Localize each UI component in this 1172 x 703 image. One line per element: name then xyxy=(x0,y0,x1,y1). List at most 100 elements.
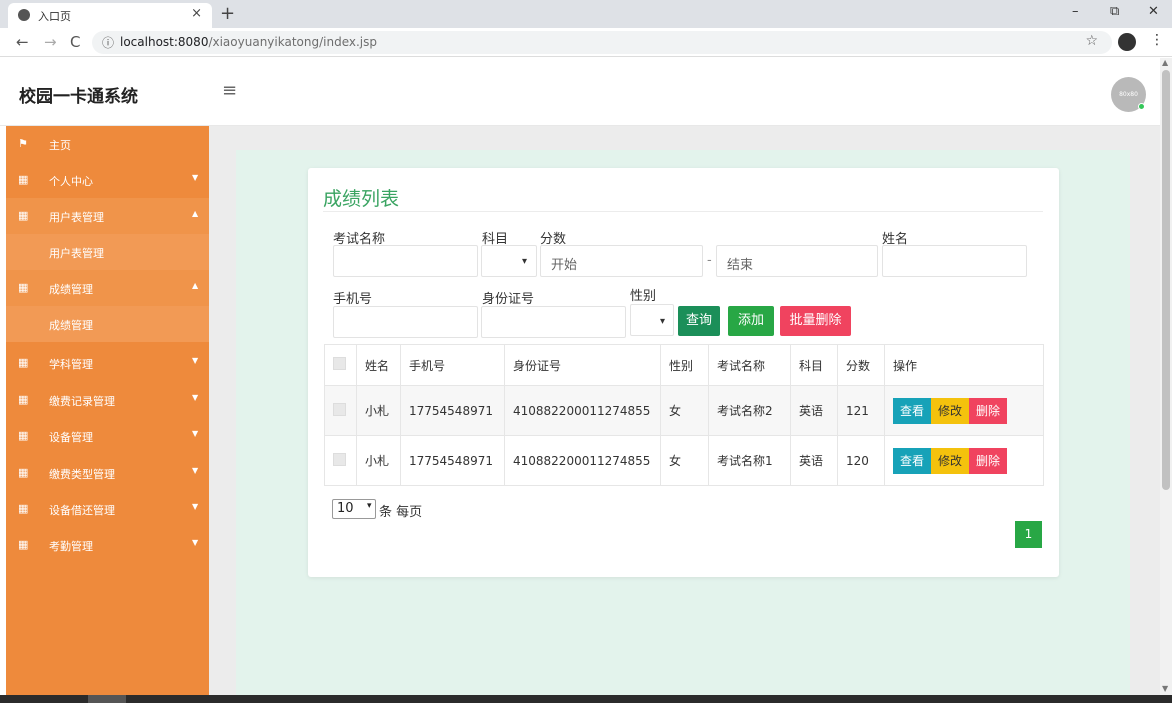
taskbar xyxy=(0,695,1172,703)
chevron-down-icon: ▼ xyxy=(192,393,199,402)
online-status-dot xyxy=(1138,103,1145,110)
chevron-down-icon: ▼ xyxy=(192,538,199,547)
row-checkbox[interactable] xyxy=(333,452,346,466)
sidebar-item-device-management[interactable]: ▦ 设备管理 ▼ xyxy=(6,418,209,454)
browser-tab-bar: 入口页 × + – ⧉ ✕ xyxy=(0,0,1172,28)
minimize-icon[interactable]: – xyxy=(1072,4,1079,19)
scroll-down-icon[interactable]: ▼ xyxy=(1162,684,1168,693)
column-header: 考试名称 xyxy=(708,344,791,386)
select-all-checkbox[interactable] xyxy=(333,357,346,370)
sidebar-item-score-management[interactable]: ▦ 成绩管理 ▲ xyxy=(6,270,209,306)
idcard-cell: 410882200011274855 xyxy=(504,385,661,436)
scroll-up-icon[interactable]: ▲ xyxy=(1162,58,1168,67)
table-header-row: 姓名 手机号 身份证号 性别 考试名称 科目 分数 操作 xyxy=(324,344,1044,386)
sidebar-item-home[interactable]: ⚑ 主页 xyxy=(6,126,209,162)
delete-button[interactable]: 删除 xyxy=(969,397,1008,424)
sidebar-item-label: 成绩管理 xyxy=(49,319,93,332)
name-input[interactable] xyxy=(882,245,1027,277)
browser-menu-icon[interactable]: ⋮ xyxy=(1150,32,1164,48)
globe-icon xyxy=(18,9,30,21)
score-table: 姓名 手机号 身份证号 性别 考试名称 科目 分数 操作 小札 17754548… xyxy=(324,344,1044,486)
url-input[interactable]: ⓘ localhost:8080/xiaoyuanyikatong/index.… xyxy=(92,31,1112,54)
chevron-down-icon: ▾ xyxy=(522,256,528,267)
view-button[interactable]: 查看 xyxy=(893,397,932,424)
row-checkbox[interactable] xyxy=(333,402,346,416)
sidebar-item-label: 缴费记录管理 xyxy=(49,395,115,408)
tab-close-icon[interactable]: × xyxy=(191,6,202,21)
subject-cell: 英语 xyxy=(790,435,838,486)
reload-icon[interactable]: C xyxy=(70,33,80,51)
column-header: 身份证号 xyxy=(504,344,661,386)
sidebar-item-payment-types[interactable]: ▦ 缴费类型管理 ▼ xyxy=(6,455,209,491)
grid-icon: ▦ xyxy=(18,173,29,186)
chevron-down-icon: ▼ xyxy=(192,502,199,511)
score-start-input[interactable]: 开始 xyxy=(540,245,703,277)
page-1-button[interactable]: 1 xyxy=(1015,521,1042,548)
phone-cell: 17754548971 xyxy=(400,385,505,436)
window-close-icon[interactable]: ✕ xyxy=(1148,4,1159,19)
sidebar-item-label: 个人中心 xyxy=(49,175,93,188)
sidebar-subitem-score-management[interactable]: 成绩管理 xyxy=(6,306,209,342)
name-cell: 小札 xyxy=(356,385,401,436)
column-header: 手机号 xyxy=(400,344,505,386)
grid-icon: ▦ xyxy=(18,466,29,479)
exam-name-input[interactable] xyxy=(333,245,478,277)
taskbar-active-item[interactable] xyxy=(88,695,126,703)
url-host: localhost:8080 xyxy=(120,35,209,49)
sidebar-item-device-borrowing[interactable]: ▦ 设备借还管理 ▼ xyxy=(6,491,209,527)
view-button[interactable]: 查看 xyxy=(893,447,932,474)
delete-button[interactable]: 删除 xyxy=(969,447,1008,474)
search-button[interactable]: 查询 xyxy=(678,306,720,336)
grid-icon: ▦ xyxy=(18,209,29,222)
sidebar-item-subject-management[interactable]: ▦ 学科管理 ▼ xyxy=(6,345,209,381)
flag-icon: ⚑ xyxy=(18,137,28,150)
table-row: 小札 17754548971 410882200011274855 女 考试名称… xyxy=(324,385,1044,436)
idcard-label: 身份证号 xyxy=(482,292,535,307)
grid-icon: ▦ xyxy=(18,538,29,551)
info-icon[interactable]: ⓘ xyxy=(102,34,114,51)
sidebar-item-user-management[interactable]: ▦ 用户表管理 ▲ xyxy=(6,198,209,234)
sidebar-subitem-user-management[interactable]: 用户表管理 xyxy=(6,234,209,270)
sidebar-item-personal-center[interactable]: ▦ 个人中心 ▼ xyxy=(6,162,209,198)
column-header: 操作 xyxy=(884,344,1044,386)
app-header: 校园一卡通系统 ≡ 80x80 xyxy=(0,58,1160,126)
idcard-input[interactable] xyxy=(481,306,626,338)
row-select-cell xyxy=(324,435,357,486)
bookmark-star-icon[interactable]: ☆ xyxy=(1085,33,1098,49)
sidebar-item-label: 设备借还管理 xyxy=(49,504,115,517)
scroll-thumb[interactable] xyxy=(1162,70,1170,490)
edit-button[interactable]: 修改 xyxy=(931,397,970,424)
sidebar-item-attendance[interactable]: ▦ 考勤管理 ▼ xyxy=(6,527,209,563)
grid-icon: ▦ xyxy=(18,393,29,406)
grid-icon: ▦ xyxy=(18,356,29,369)
back-icon[interactable]: ← xyxy=(16,33,29,51)
chevron-down-icon: ▾ xyxy=(367,501,372,511)
actions-cell: 查看 修改 删除 xyxy=(884,435,1044,486)
chevron-down-icon: ▼ xyxy=(192,356,199,365)
gender-select[interactable] xyxy=(630,304,674,336)
batch-delete-button[interactable]: 批量删除 xyxy=(780,306,851,336)
forward-icon[interactable]: → xyxy=(44,33,57,51)
phone-cell: 17754548971 xyxy=(400,435,505,486)
phone-label: 手机号 xyxy=(333,292,373,307)
sidebar-item-label: 学科管理 xyxy=(49,358,93,371)
url-path: /xiaoyuanyikatong/index.jsp xyxy=(208,35,377,49)
score-cell: 120 xyxy=(837,435,885,486)
phone-input[interactable] xyxy=(333,306,478,338)
gender-label: 性别 xyxy=(630,289,657,304)
brand-title: 校园一卡通系统 xyxy=(19,87,138,107)
new-tab-button[interactable]: + xyxy=(220,3,235,24)
browser-tab[interactable]: 入口页 × xyxy=(8,3,212,28)
score-end-input[interactable]: 结束 xyxy=(716,245,878,277)
add-button[interactable]: 添加 xyxy=(728,306,774,336)
sidebar-item-label: 主页 xyxy=(49,139,71,152)
edit-button[interactable]: 修改 xyxy=(931,447,970,474)
hamburger-menu-icon[interactable]: ≡ xyxy=(222,80,237,101)
subject-select[interactable] xyxy=(481,245,537,277)
profile-icon[interactable] xyxy=(1118,33,1136,51)
restore-icon[interactable]: ⧉ xyxy=(1110,4,1119,19)
chevron-down-icon: ▼ xyxy=(192,466,199,475)
sidebar-item-payment-records[interactable]: ▦ 缴费记录管理 ▼ xyxy=(6,382,209,418)
page-scrollbar[interactable]: ▲ ▼ xyxy=(1160,58,1172,695)
select-all-cell xyxy=(324,344,357,386)
